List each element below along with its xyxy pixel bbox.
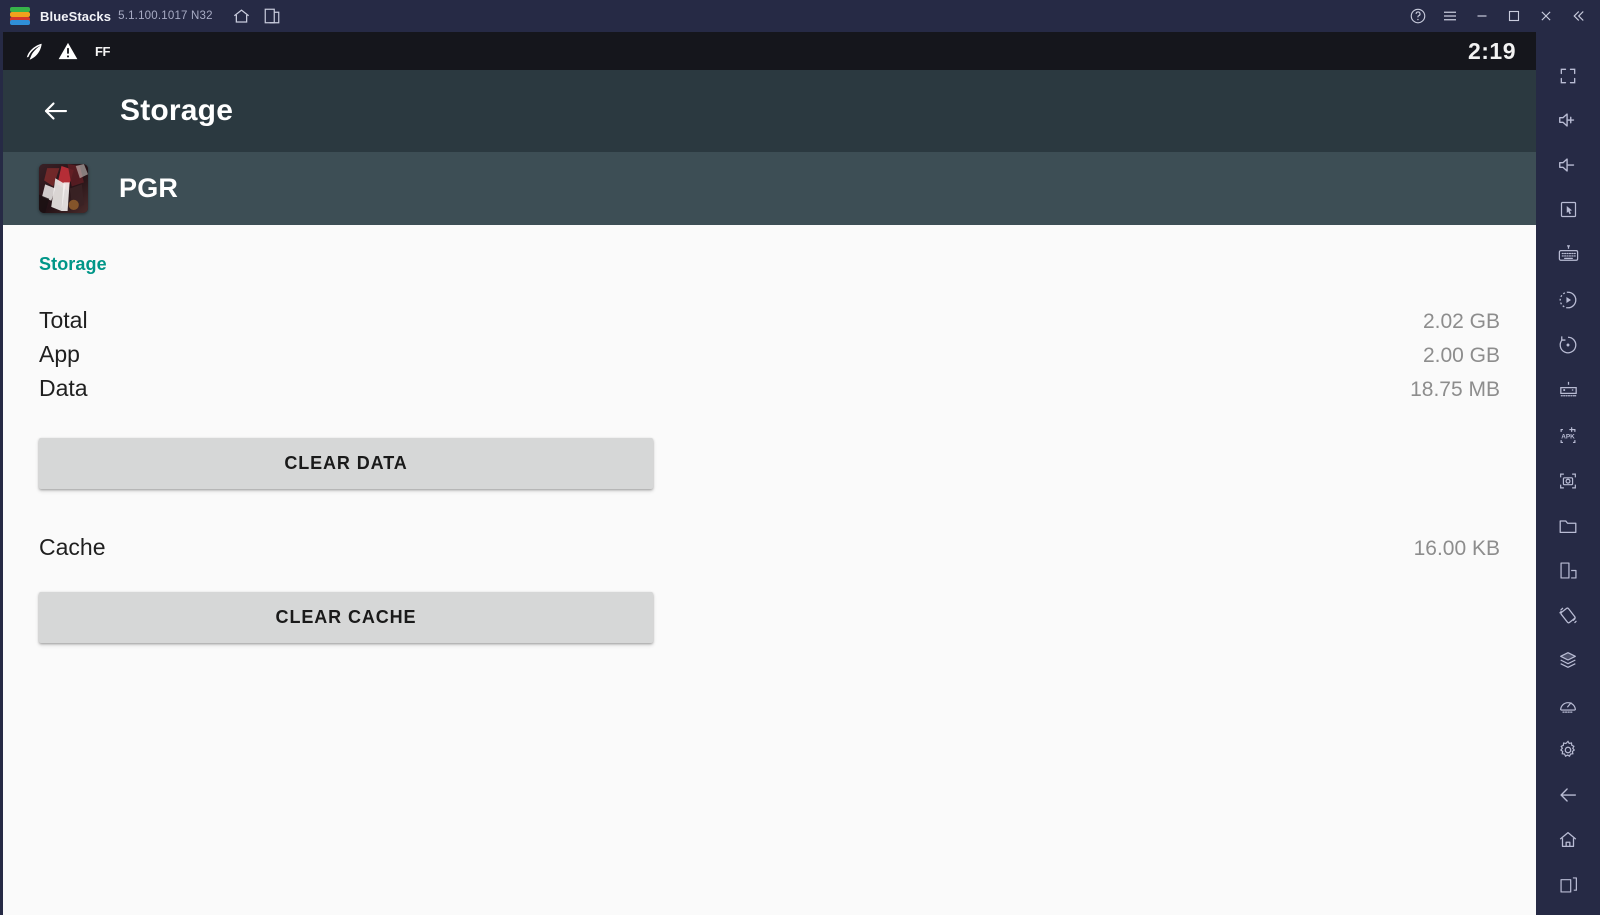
- eco-mode-icon[interactable]: [1548, 694, 1588, 716]
- gamepad-icon[interactable]: [1548, 379, 1588, 402]
- storage-row-label: Total: [39, 307, 88, 333]
- layers-icon[interactable]: [1548, 649, 1588, 671]
- window-title-bar: BlueStacks 5.1.100.1017 N32: [0, 0, 1600, 32]
- storage-row-data: Data 18.75 MB: [39, 375, 1500, 409]
- warning-icon: [51, 36, 85, 66]
- storage-rows: Total 2.02 GB App 2.00 GB Data 18.75 MB: [39, 307, 1500, 409]
- android-screen: FF 2:19 Storage PGR Storage Total 2.02 G…: [0, 32, 1536, 915]
- page-title: Storage: [120, 94, 234, 127]
- recents-nav-icon[interactable]: [1548, 874, 1588, 895]
- storage-content: Storage Total 2.02 GB App 2.00 GB Data 1…: [3, 225, 1536, 915]
- rotate-icon[interactable]: [1548, 334, 1588, 356]
- menu-icon[interactable]: [1434, 1, 1466, 31]
- clear-cache-button[interactable]: CLEAR CACHE: [39, 592, 653, 643]
- home-nav-icon[interactable]: [1548, 829, 1588, 851]
- media-manager-icon[interactable]: [1548, 515, 1588, 537]
- cache-label: Cache: [39, 534, 106, 560]
- app-name-label: BlueStacks: [40, 8, 112, 24]
- app-version-label: 5.1.100.1017 N32: [118, 10, 213, 22]
- volume-down-icon[interactable]: [1548, 154, 1588, 176]
- cursor-pointer-icon[interactable]: [1548, 199, 1588, 220]
- bluestacks-window: BlueStacks 5.1.100.1017 N32 FF 2:19 Stor…: [0, 0, 1600, 915]
- collapse-icon[interactable]: [1562, 1, 1594, 31]
- quill-icon: [17, 36, 51, 66]
- cache-value: 16.00 KB: [1413, 537, 1500, 560]
- keyboard-controls-icon[interactable]: [1548, 243, 1588, 266]
- window-body: FF 2:19 Storage PGR Storage Total 2.02 G…: [0, 32, 1600, 915]
- storage-row-app: App 2.00 GB: [39, 341, 1500, 375]
- install-apk-icon[interactable]: APK: [1548, 425, 1588, 447]
- storage-row-label: App: [39, 341, 80, 367]
- clear-data-button[interactable]: CLEAR DATA: [39, 438, 653, 489]
- package-bar: PGR: [3, 152, 1536, 225]
- back-nav-icon[interactable]: [1548, 784, 1588, 806]
- multi-instance-window-icon[interactable]: [1548, 560, 1588, 581]
- close-icon[interactable]: [1530, 1, 1562, 31]
- fullscreen-icon[interactable]: [1548, 66, 1588, 86]
- pgr-app-icon: [39, 164, 88, 213]
- bluestacks-logo-icon: [10, 7, 30, 25]
- maximize-icon[interactable]: [1498, 1, 1530, 31]
- back-arrow-icon[interactable]: [39, 94, 73, 128]
- storage-row-value: 2.00 GB: [1422, 344, 1500, 367]
- storage-row-value: 2.02 GB: [1422, 310, 1500, 333]
- bluestacks-sidebar: APK: [1536, 32, 1600, 915]
- home-icon[interactable]: [227, 3, 257, 29]
- android-status-bar: FF 2:19: [3, 32, 1536, 70]
- settings-gear-icon[interactable]: [1548, 739, 1588, 761]
- package-name: PGR: [119, 173, 179, 203]
- storage-header: Storage: [3, 70, 1536, 152]
- screenshot-icon[interactable]: [1548, 470, 1588, 492]
- multi-instance-icon[interactable]: [257, 3, 287, 29]
- section-title-storage: Storage: [39, 254, 107, 274]
- ff-label: FF: [95, 43, 110, 59]
- svg-text:APK: APK: [1561, 433, 1575, 440]
- status-bar-clock: 2:19: [1467, 37, 1516, 64]
- window-controls: [1402, 1, 1594, 31]
- macro-recorder-icon[interactable]: [1548, 289, 1588, 311]
- storage-row-label: Data: [39, 375, 88, 401]
- minimize-icon[interactable]: [1466, 1, 1498, 31]
- storage-row-value: 18.75 MB: [1410, 378, 1500, 401]
- cache-row: Cache 16.00 KB: [39, 534, 1500, 566]
- help-icon[interactable]: [1402, 1, 1434, 31]
- volume-up-icon[interactable]: [1548, 109, 1588, 131]
- storage-row-total: Total 2.02 GB: [39, 307, 1500, 341]
- shake-icon[interactable]: [1548, 604, 1588, 626]
